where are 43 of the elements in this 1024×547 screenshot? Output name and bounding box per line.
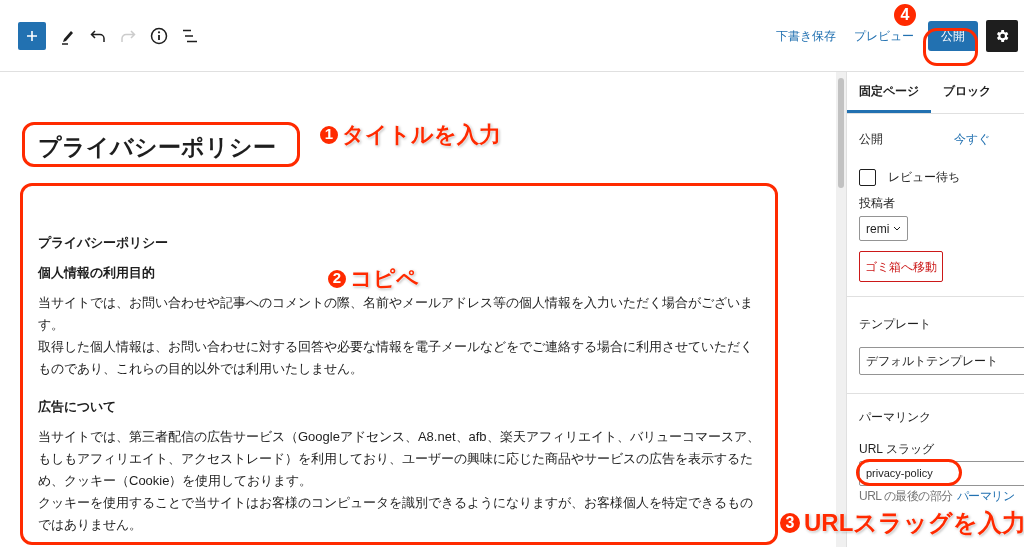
slug-field[interactable]: privacy-policy [859, 461, 1024, 486]
paragraph: 取得した個人情報は、お問い合わせに対する回答や必要な情報を電子メールなどをでご連絡する場合に利用させていただくものであり、これらの目的以外では利用いたしません。 [38, 338, 754, 378]
section-heading: 広告について [38, 398, 116, 416]
author-label: 投稿者 [859, 195, 896, 212]
info-icon[interactable] [150, 26, 168, 45]
undo-icon[interactable] [90, 28, 106, 43]
annotation-label: URLスラッグを入力 [804, 508, 1024, 538]
annotation-label: コピペ [350, 265, 419, 293]
step-number-badge: 4 [892, 2, 918, 28]
step-number-badge: 1 [318, 123, 340, 146]
chevron-down-icon [893, 225, 902, 232]
save-draft-link[interactable]: 下書き保存 [776, 26, 836, 45]
paragraph: 当サイトでは、お問い合わせや記事へのコメントの際、名前やメールアドレス等の個人情報を入力いただく場合がございます。 [38, 294, 754, 334]
template-select[interactable]: デフォルトテンプレート [859, 347, 1024, 375]
sidebar-tab[interactable]: ブロック [931, 72, 1003, 113]
template-heading: テンプレート [859, 316, 932, 333]
trash-button[interactable]: ゴミ箱へ移動 [859, 251, 943, 282]
plus-icon [26, 29, 38, 42]
section-heading: 個人情報の利用目的 [38, 264, 155, 282]
checkbox[interactable] [859, 168, 876, 186]
page-title[interactable]: プライバシーポリシー [38, 130, 276, 165]
annotation-label: タイトルを入力 [342, 121, 501, 149]
checkbox-label: レビュー待ち [888, 169, 960, 186]
sidebar-tab[interactable]: 固定ページ [847, 72, 931, 113]
settings-icon [994, 27, 1010, 44]
preview-link[interactable]: プレビュー [854, 26, 914, 45]
annotation-frame [923, 28, 978, 66]
publish-label: 公開 [859, 131, 883, 148]
paragraph: 当サイトでは、第三者配信の広告サービス（Googleアドセンス、A8.net、afb、楽天アフィリエイト、バリューコマースア、もしもアフィリエイト、アクセストレード）を利用しており、ユーザーの興味に応じた商品やサービスの広告を表示するため、クッキー（Cookie）を使用しております。 [38, 428, 761, 490]
add-block-button[interactable] [18, 21, 46, 50]
paragraph: クッキーを使用することで当サイトはお客様のコンピュータを識別できるようになりますが、お客様個人を特定できるものではありません。 [38, 494, 754, 534]
publish-date-link[interactable]: 今すぐ [954, 130, 990, 148]
list-view-icon[interactable] [182, 28, 198, 43]
slug-label: URL スラッグ [859, 441, 935, 458]
permalink-heading: パーマリンク [859, 409, 932, 426]
permalink-link[interactable]: パーマリン [956, 487, 1015, 505]
slug-help-text: URL の最後の部分 [859, 488, 953, 505]
section-heading: プライバシーポリシー [38, 234, 168, 252]
settings-button[interactable] [986, 19, 1018, 52]
step-number-badge: 2 [326, 267, 348, 290]
step-number-badge: 3 [778, 511, 802, 535]
scrollbar-thumb[interactable] [838, 78, 844, 188]
author-select[interactable]: remi [859, 216, 909, 241]
